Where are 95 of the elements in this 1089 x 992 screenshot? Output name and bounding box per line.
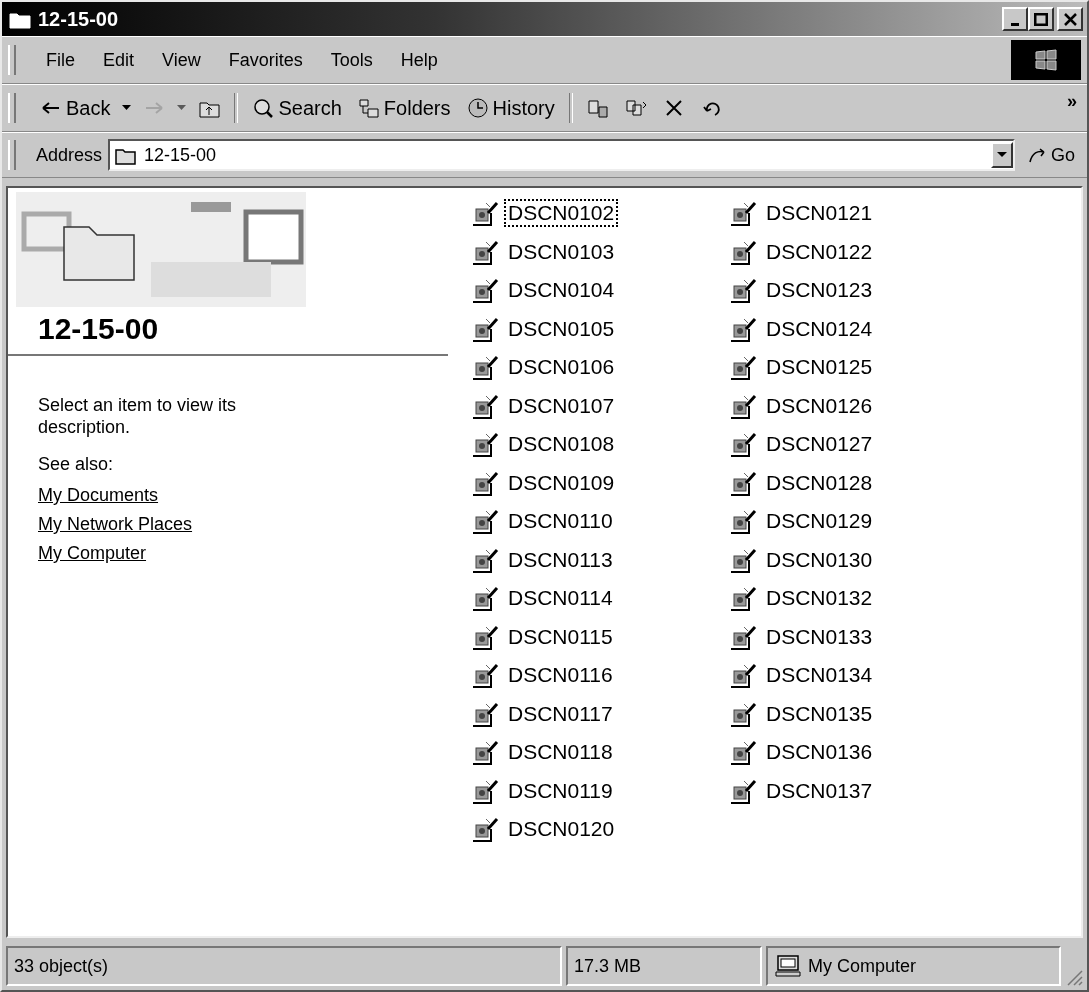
- file-name[interactable]: DSCN0124: [762, 314, 877, 343]
- file-name[interactable]: DSCN0134: [762, 661, 877, 690]
- history-button[interactable]: History: [460, 92, 561, 124]
- search-icon: [252, 97, 275, 119]
- close-icon: [1063, 12, 1077, 26]
- minimize-button[interactable]: [1002, 7, 1028, 31]
- image-file-icon: [728, 276, 758, 305]
- more-button[interactable]: »: [1063, 91, 1081, 112]
- file-name[interactable]: DSCN0114: [504, 584, 617, 613]
- image-file-icon: [728, 199, 758, 228]
- image-file-icon: [728, 430, 758, 459]
- description-text: Select an item to view its description.: [38, 394, 238, 438]
- image-file-icon: [470, 430, 500, 459]
- file-name[interactable]: DSCN0135: [762, 699, 877, 728]
- image-file-icon: [470, 661, 500, 690]
- image-file-icon: [470, 276, 500, 305]
- search-button[interactable]: Search: [246, 92, 348, 124]
- image-file-icon: [470, 507, 500, 536]
- file-name[interactable]: DSCN0115: [504, 622, 617, 651]
- file-name[interactable]: DSCN0104: [504, 276, 619, 305]
- resize-grip-icon: [1065, 968, 1083, 986]
- file-name[interactable]: DSCN0102: [504, 199, 619, 228]
- address-label: Address: [36, 144, 103, 166]
- file-name[interactable]: DSCN0107: [504, 391, 619, 420]
- file-name[interactable]: DSCN0137: [762, 776, 877, 805]
- window-title: 12-15-00: [38, 7, 119, 31]
- link[interactable]: My Computer: [38, 543, 147, 564]
- image-file-icon: [728, 507, 758, 536]
- file-name[interactable]: DSCN0105: [504, 314, 619, 343]
- close-button[interactable]: [1057, 7, 1083, 31]
- address-field[interactable]: 12-15-00: [108, 139, 1015, 171]
- go-button[interactable]: Go: [1021, 142, 1081, 168]
- image-file-icon: [728, 584, 758, 613]
- status-text: 17.3 MB: [566, 946, 762, 986]
- image-file-icon: [728, 353, 758, 382]
- file-name[interactable]: DSCN0108: [504, 430, 619, 459]
- image-file-icon: [470, 353, 500, 382]
- file-name[interactable]: DSCN0103: [504, 237, 619, 266]
- menu-item[interactable]: Favorites: [216, 45, 315, 75]
- toolbar-grip[interactable]: [8, 93, 16, 123]
- menu-item[interactable]: Help: [388, 45, 450, 75]
- status-text: My Computer: [808, 955, 917, 977]
- caret-icon: [177, 105, 187, 111]
- link[interactable]: My Documents: [38, 485, 159, 506]
- menu-item[interactable]: Tools: [318, 45, 385, 75]
- caret-icon: [997, 152, 1007, 158]
- menu-item[interactable]: View: [150, 45, 213, 75]
- file-name[interactable]: DSCN0123: [762, 276, 877, 305]
- folder-title: 12-15-00: [37, 312, 160, 347]
- file-name[interactable]: DSCN0106: [504, 353, 619, 382]
- file-name[interactable]: DSCN0120: [504, 815, 619, 844]
- maximize-button[interactable]: [1028, 7, 1054, 31]
- file-name[interactable]: DSCN0128: [762, 468, 877, 497]
- flag-icon: [1033, 48, 1059, 72]
- image-file-icon: [728, 738, 758, 767]
- menu-item[interactable]: Edit: [91, 45, 147, 75]
- file-name[interactable]: DSCN0130: [762, 545, 877, 574]
- image-file-icon: [728, 661, 758, 690]
- status-text: 33 object(s): [6, 946, 562, 986]
- toolbar-grip[interactable]: [8, 140, 16, 170]
- file-name[interactable]: DSCN0122: [762, 237, 877, 266]
- caret-icon: [122, 105, 132, 111]
- maximize-icon: [1034, 12, 1048, 26]
- file-name[interactable]: DSCN0127: [762, 430, 877, 459]
- file-name[interactable]: DSCN0109: [504, 468, 619, 497]
- image-file-icon: [470, 815, 500, 844]
- file-name[interactable]: DSCN0113: [504, 545, 617, 574]
- image-file-icon: [470, 199, 500, 228]
- minimize-icon: [1011, 23, 1019, 26]
- file-name[interactable]: DSCN0133: [762, 622, 877, 651]
- see-also-label: See also:: [38, 454, 115, 475]
- file-name[interactable]: DSCN0125: [762, 353, 877, 382]
- file-name[interactable]: DSCN0118: [504, 738, 617, 767]
- file-name[interactable]: DSCN0110: [504, 507, 617, 536]
- computer-icon: [774, 954, 802, 978]
- file-name[interactable]: DSCN0121: [762, 199, 877, 228]
- clock-icon: [466, 97, 489, 119]
- file-name[interactable]: DSCN0119: [504, 776, 617, 805]
- file-name[interactable]: DSCN0126: [762, 391, 877, 420]
- file-name[interactable]: DSCN0132: [762, 584, 877, 613]
- back-button[interactable]: Back: [34, 92, 117, 124]
- menu-item[interactable]: File: [34, 45, 87, 75]
- folder-tree-icon: [357, 97, 380, 119]
- toolbar-grip[interactable]: [8, 45, 16, 75]
- file-name[interactable]: DSCN0129: [762, 507, 877, 536]
- file-name[interactable]: DSCN0116: [504, 661, 617, 690]
- file-name[interactable]: DSCN0136: [762, 738, 877, 767]
- file-name[interactable]: DSCN0117: [504, 699, 617, 728]
- folders-button[interactable]: Folders: [351, 92, 457, 124]
- image-file-icon: [470, 584, 500, 613]
- dropdown-button[interactable]: [991, 142, 1013, 168]
- image-file-icon: [470, 738, 500, 767]
- move-to-icon: [586, 97, 609, 119]
- link[interactable]: My Network Places: [38, 514, 193, 535]
- copy-to-icon: [624, 97, 647, 119]
